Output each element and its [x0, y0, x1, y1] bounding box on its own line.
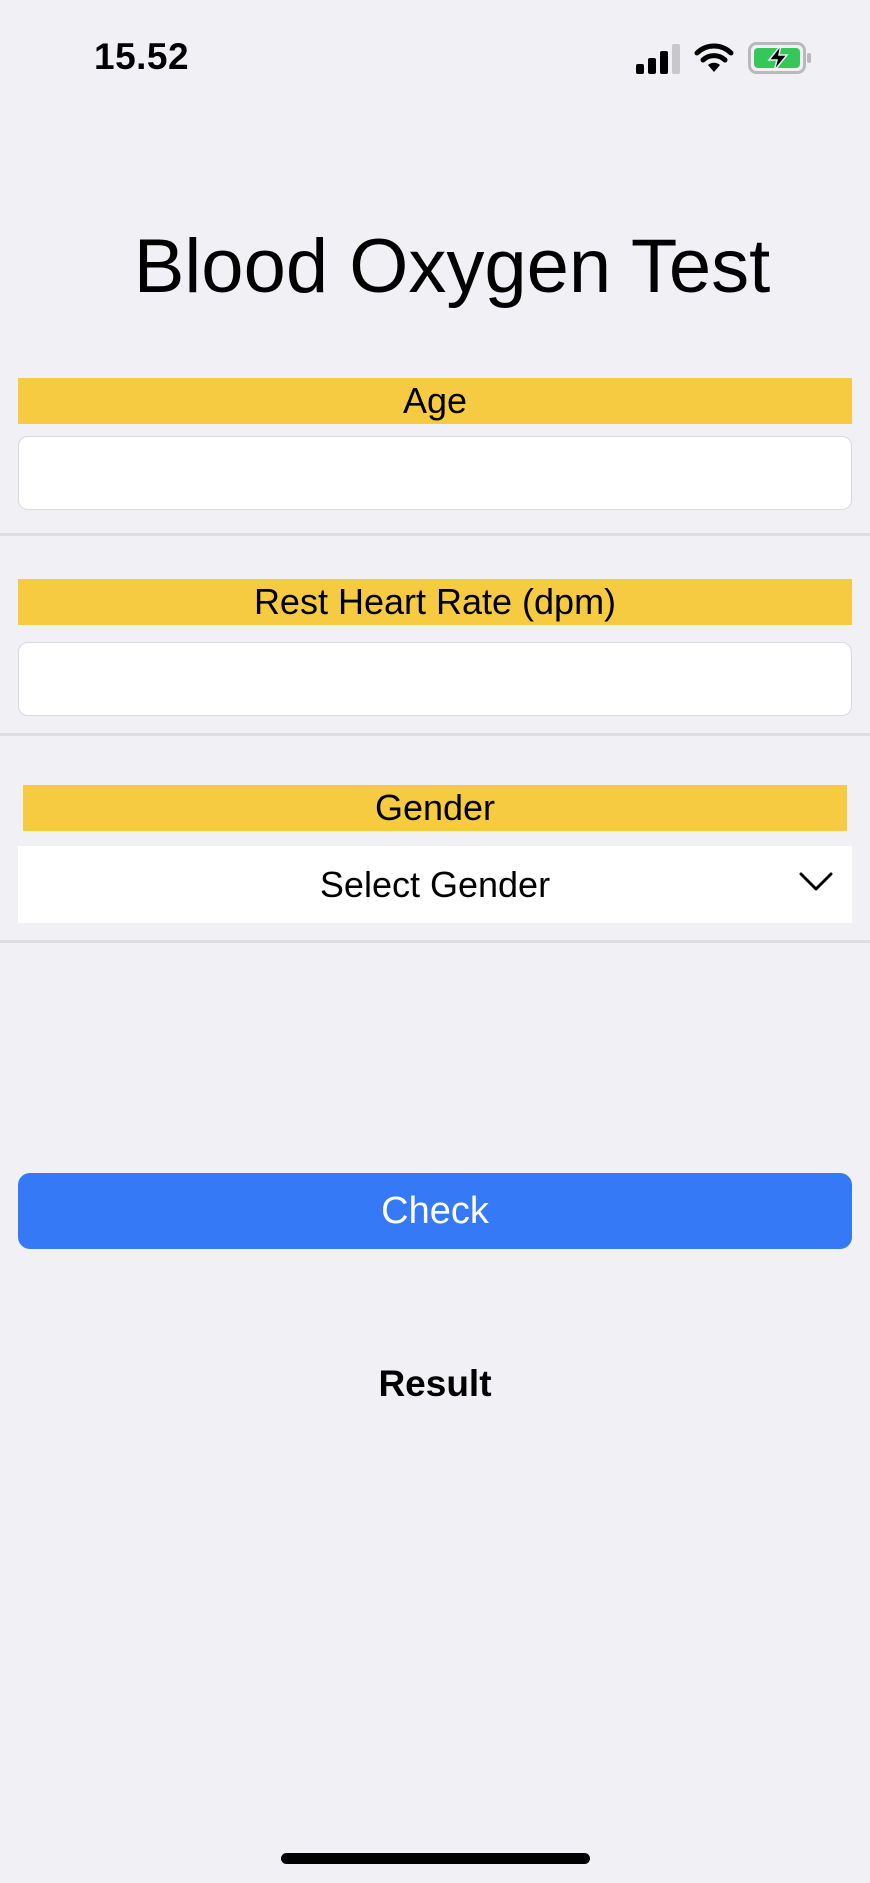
divider [0, 733, 870, 736]
age-label: Age [18, 378, 852, 424]
battery-charging-icon [748, 42, 811, 74]
heart-rate-label: Rest Heart Rate (dpm) [18, 579, 852, 625]
check-button[interactable]: Check [18, 1173, 852, 1249]
chevron-down-icon [799, 872, 833, 891]
heart-rate-input[interactable] [18, 642, 852, 716]
divider [0, 533, 870, 536]
gender-label: Gender [23, 785, 847, 831]
gender-select[interactable]: Select Gender [18, 846, 852, 923]
result-label: Result [378, 1363, 492, 1404]
page-title: Blood Oxygen Test [133, 224, 771, 309]
age-input[interactable] [18, 436, 852, 510]
home-indicator[interactable] [281, 1853, 590, 1864]
divider [0, 940, 870, 943]
wifi-icon [694, 43, 734, 72]
cellular-signal-icon [636, 44, 680, 74]
gender-select-value: Select Gender [319, 864, 551, 905]
status-time: 15.52 [94, 36, 190, 77]
status-bar: 15.52 [0, 0, 870, 110]
